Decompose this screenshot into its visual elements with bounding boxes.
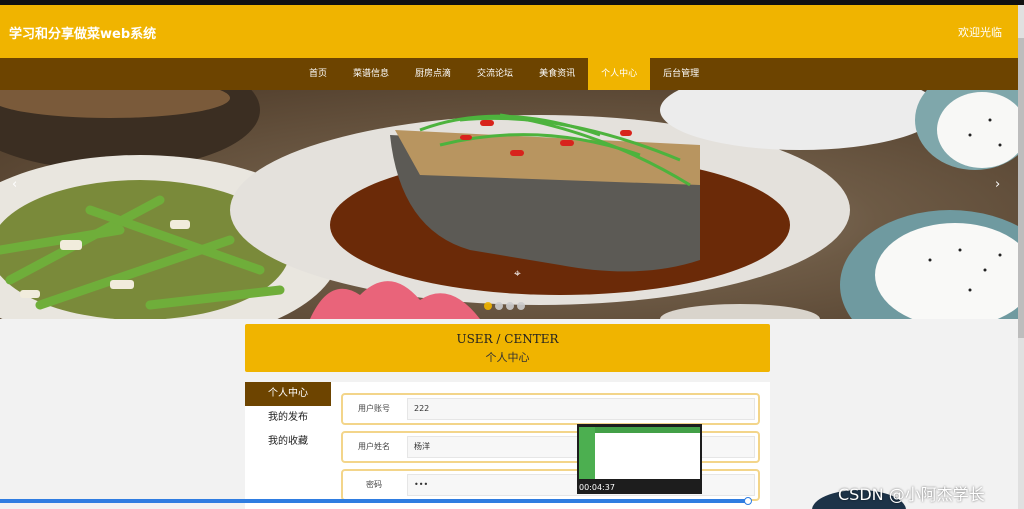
site-header: 学习和分享做菜web系统 欢迎光临 xyxy=(0,5,1018,58)
carousel-prev-arrow[interactable]: ‹ xyxy=(12,177,17,192)
sidebar-item-my-favorites[interactable]: 我的收藏 xyxy=(245,430,331,454)
carousel-next-arrow[interactable]: › xyxy=(995,177,1000,192)
nav-item-food-news[interactable]: 美食资讯 xyxy=(526,58,588,90)
page-scrollbar[interactable] xyxy=(1018,5,1024,509)
user-center-sidebar: 个人中心 我的发布 我的收藏 xyxy=(245,382,331,454)
nav-item-recipes[interactable]: 菜谱信息 xyxy=(340,58,402,90)
name-label: 用户姓名 xyxy=(358,442,390,451)
nav-item-admin[interactable]: 后台管理 xyxy=(650,58,712,90)
main-nav: 首页 菜谱信息 厨房点滴 交流论坛 美食资讯 个人中心 后台管理 xyxy=(0,58,1018,90)
user-center-header: USER / CENTER 个人中心 xyxy=(245,324,770,372)
scrollbar-thumb[interactable] xyxy=(1018,38,1024,338)
welcome-text: 欢迎光临 xyxy=(958,26,1002,39)
sidebar-item-user-center[interactable]: 个人中心 xyxy=(245,382,331,406)
sidebar-item-my-posts[interactable]: 我的发布 xyxy=(245,406,331,430)
carousel-dot[interactable] xyxy=(484,302,492,310)
password-label: 密码 xyxy=(366,480,382,489)
banner-image xyxy=(0,90,1018,319)
nav-item-home[interactable]: 首页 xyxy=(296,58,340,90)
video-timestamp: 00:04:37 xyxy=(579,483,615,492)
watermark: CSDN @小阿杰学长 xyxy=(838,485,985,504)
form-field-account: 用户账号 222 xyxy=(341,393,760,425)
nav-item-user-center[interactable]: 个人中心 xyxy=(588,58,651,90)
progress-knob[interactable] xyxy=(744,497,752,505)
account-label: 用户账号 xyxy=(358,404,390,413)
nav-item-kitchen-tips[interactable]: 厨房点滴 xyxy=(402,58,464,90)
mouse-cursor-icon: ⌖ xyxy=(514,266,521,280)
banner-carousel[interactable]: ‹ › ⌖ xyxy=(0,90,1018,319)
user-center-title-zh: 个人中心 xyxy=(485,351,530,364)
nav-item-forum[interactable]: 交流论坛 xyxy=(464,58,526,90)
video-frame xyxy=(579,427,700,479)
carousel-indicators xyxy=(484,302,525,310)
video-thumbnail-preview: 00:04:37 xyxy=(577,424,702,494)
carousel-dot[interactable] xyxy=(506,302,514,310)
account-input[interactable]: 222 xyxy=(407,398,755,420)
user-center-title-en: USER / CENTER xyxy=(456,332,559,346)
carousel-dot[interactable] xyxy=(495,302,503,310)
video-progress-bar[interactable] xyxy=(0,497,752,505)
carousel-dot[interactable] xyxy=(517,302,525,310)
site-title: 学习和分享做菜web系统 xyxy=(9,27,157,42)
